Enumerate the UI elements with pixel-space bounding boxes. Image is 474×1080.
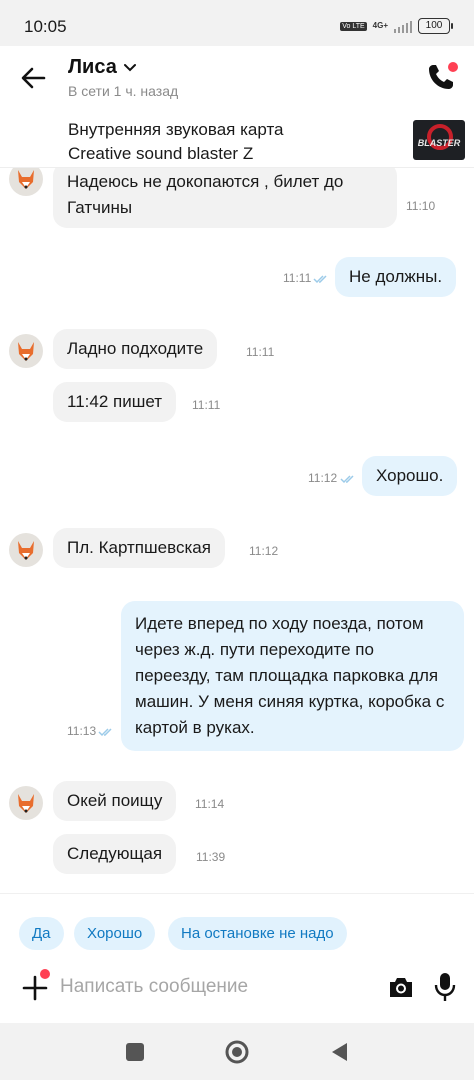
- product-title: Внутренняя звуковая карта Creative sound…: [68, 120, 284, 163]
- notification-dot: [40, 969, 50, 979]
- voice-message-button[interactable]: [433, 971, 457, 1003]
- message-bubble-incoming[interactable]: Следующая: [53, 834, 177, 874]
- chevron-down-icon: [123, 63, 136, 71]
- contact-avatar[interactable]: [9, 168, 43, 196]
- message-list[interactable]: Надеюсь не докопаются , билет до Гатчины…: [0, 168, 474, 893]
- system-navigation-bar: [0, 1023, 474, 1080]
- message-time: 11:11: [246, 345, 275, 359]
- read-checks-icon: [340, 475, 354, 484]
- notification-dot: [448, 62, 458, 72]
- message-bubble-incoming[interactable]: Ладно подходите: [53, 329, 218, 369]
- message-text: 11:42 пишет: [67, 392, 163, 411]
- message-text: Не должны.: [349, 267, 443, 286]
- quick-replies-bar: Да Хорошо На остановке не надо: [0, 893, 474, 973]
- message-bubble-incoming[interactable]: 11:42 пишет: [53, 382, 177, 422]
- quick-reply-chip[interactable]: Хорошо: [74, 917, 156, 950]
- contact-avatar[interactable]: [9, 786, 43, 820]
- contact-avatar[interactable]: [9, 334, 43, 368]
- message-time: 11:13: [67, 724, 97, 738]
- arrow-left-icon: [21, 67, 46, 89]
- camera-button[interactable]: [387, 973, 415, 1001]
- volte-icon: Vo LTE: [340, 21, 367, 31]
- square-icon: [126, 1043, 144, 1061]
- product-card[interactable]: Внутренняя звуковая карта Creative sound…: [0, 110, 474, 168]
- message-bubble-outgoing[interactable]: Не должны.: [335, 257, 457, 297]
- network-type: 4G+: [372, 21, 388, 30]
- message-bubble-incoming[interactable]: Окей поищу: [53, 781, 177, 821]
- signal-icon: [394, 19, 412, 33]
- message-time: 11:39: [196, 850, 226, 864]
- fox-avatar-icon: [18, 794, 34, 813]
- back-button[interactable]: [18, 62, 50, 94]
- fox-avatar-icon: [18, 342, 34, 361]
- triangle-back-icon: [332, 1043, 347, 1061]
- composer-bar: [0, 965, 474, 1023]
- message-bubble-incoming[interactable]: Надеюсь не докопаются , билет до Гатчины: [53, 168, 397, 228]
- fox-avatar-icon: [18, 541, 34, 560]
- contact-avatar[interactable]: [9, 533, 43, 567]
- contact-last-seen: В сети 1 ч. назад: [68, 83, 179, 99]
- camera-icon: [390, 978, 412, 997]
- status-time: 10:05: [24, 17, 67, 36]
- read-checks-icon: [98, 728, 112, 737]
- home-button[interactable]: [224, 1039, 250, 1065]
- message-input[interactable]: [60, 971, 360, 1003]
- message-time: 11:14: [195, 797, 225, 811]
- message-time: 11:12: [308, 471, 338, 485]
- message-text: Хорошо.: [376, 466, 444, 485]
- product-thumbnail-brand: BLASTER: [417, 138, 461, 148]
- message-text: Ладно подходите: [67, 339, 204, 358]
- recent-apps-button[interactable]: [122, 1039, 148, 1065]
- message-time: 11:11: [192, 398, 221, 412]
- status-icons: Vo LTE 4G+ 100: [340, 18, 453, 34]
- read-checks-icon: [313, 275, 327, 284]
- microphone-icon: [434, 973, 456, 1001]
- battery-icon: 100: [418, 18, 453, 34]
- message-bubble-outgoing[interactable]: Хорошо.: [362, 456, 458, 496]
- message-bubble-outgoing[interactable]: Идете вперед по ходу поезда, потом через…: [121, 601, 464, 751]
- quick-reply-chip[interactable]: На остановке не надо: [168, 917, 347, 950]
- message-bubble-incoming[interactable]: Пл. Картпшевская: [53, 528, 225, 568]
- contact-name-button[interactable]: Лиса: [68, 56, 137, 79]
- product-thumbnail[interactable]: BLASTER: [413, 120, 465, 160]
- chat-header: Лиса В сети 1 ч. назад: [0, 46, 474, 110]
- message-text: Пл. Картпшевская: [67, 538, 211, 557]
- status-bar: 10:05 Vo LTE 4G+ 100: [0, 0, 474, 46]
- message-text: Следующая: [67, 844, 163, 863]
- fox-avatar-icon: [18, 170, 34, 189]
- contact-name: Лиса: [68, 56, 117, 78]
- quick-reply-chip[interactable]: Да: [19, 917, 64, 950]
- message-text: Окей поищу: [67, 791, 163, 810]
- back-nav-button[interactable]: [327, 1039, 353, 1065]
- message-time: 11:10: [406, 199, 436, 213]
- message-time: 11:11: [283, 271, 312, 285]
- message-text: Надеюсь не докопаются , билет до Гатчины: [67, 172, 344, 217]
- message-time: 11:12: [249, 544, 279, 558]
- circle-icon: [225, 1040, 249, 1064]
- message-text: Идете вперед по ходу поезда, потом через…: [135, 614, 445, 737]
